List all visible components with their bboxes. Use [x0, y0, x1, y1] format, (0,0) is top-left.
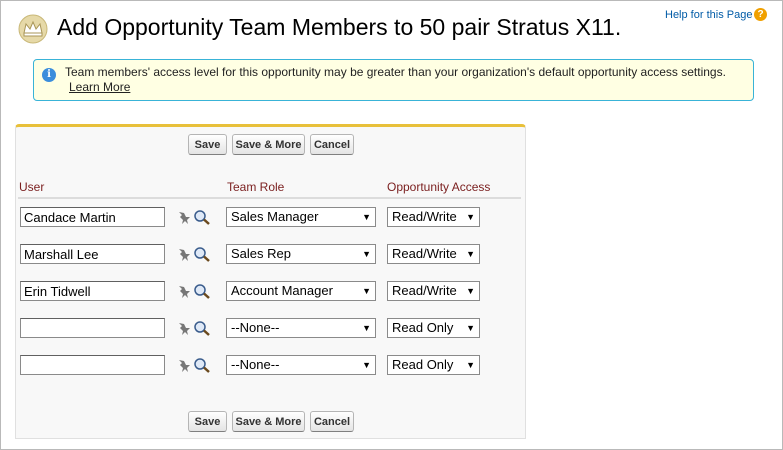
user-input-row-4[interactable] [20, 318, 165, 338]
info-icon: i [42, 68, 56, 82]
user-input-row-2[interactable] [20, 244, 165, 264]
column-header-user: User [19, 180, 45, 194]
help-link[interactable]: Help for this Page [665, 9, 752, 21]
user-hierarchy-icon[interactable] [177, 285, 191, 299]
save-button-top[interactable]: Save [188, 134, 227, 155]
team-role-value: Account Manager [231, 283, 333, 298]
access-value: Read/Write [392, 283, 457, 298]
team-role-value: Sales Rep [231, 246, 291, 261]
dropdown-arrow-icon: ▼ [466, 360, 475, 370]
access-select-row-5[interactable]: Read Only ▼ [387, 355, 480, 375]
info-message: Team members' access level for this oppo… [65, 65, 726, 79]
cancel-button-bottom[interactable]: Cancel [310, 411, 354, 432]
access-select-row-3[interactable]: Read/Write ▼ [387, 281, 480, 301]
save-and-more-button-bottom[interactable]: Save & More [232, 411, 305, 432]
learn-more-link[interactable]: Learn More [69, 80, 130, 94]
access-value: Read Only [392, 320, 454, 335]
dropdown-arrow-icon: ▼ [466, 286, 475, 296]
user-input-row-5[interactable] [20, 355, 165, 375]
header-divider [18, 197, 521, 199]
dropdown-arrow-icon: ▼ [466, 212, 475, 222]
access-value: Read Only [392, 357, 454, 372]
opportunity-crown-icon [18, 14, 48, 44]
lookup-icon[interactable] [193, 209, 211, 225]
dropdown-arrow-icon: ▼ [466, 249, 475, 259]
dropdown-arrow-icon: ▼ [362, 212, 371, 222]
lookup-icon[interactable] [193, 283, 211, 299]
save-and-more-button-top[interactable]: Save & More [232, 134, 305, 155]
user-hierarchy-icon[interactable] [177, 211, 191, 225]
access-value: Read/Write [392, 209, 457, 224]
dropdown-arrow-icon: ▼ [362, 323, 371, 333]
access-select-row-4[interactable]: Read Only ▼ [387, 318, 480, 338]
dropdown-arrow-icon: ▼ [362, 360, 371, 370]
column-header-team-role: Team Role [227, 180, 285, 194]
team-role-select-row-2[interactable]: Sales Rep ▼ [226, 244, 376, 264]
info-message-container: Team members' access level for this oppo… [65, 65, 745, 95]
column-header-opportunity-access: Opportunity Access [387, 180, 491, 194]
team-role-value: Sales Manager [231, 209, 319, 224]
dropdown-arrow-icon: ▼ [362, 286, 371, 296]
lookup-icon[interactable] [193, 246, 211, 262]
access-select-row-2[interactable]: Read/Write ▼ [387, 244, 480, 264]
user-hierarchy-icon[interactable] [177, 248, 191, 262]
question-icon[interactable]: ? [754, 8, 767, 21]
team-role-select-row-5[interactable]: --None-- ▼ [226, 355, 376, 375]
access-select-row-1[interactable]: Read/Write ▼ [387, 207, 480, 227]
user-hierarchy-icon[interactable] [177, 359, 191, 373]
access-value: Read/Write [392, 246, 457, 261]
info-banner: i Team members' access level for this op… [33, 59, 754, 101]
dropdown-arrow-icon: ▼ [466, 323, 475, 333]
cancel-button-top[interactable]: Cancel [310, 134, 354, 155]
dropdown-arrow-icon: ▼ [362, 249, 371, 259]
user-hierarchy-icon[interactable] [177, 322, 191, 336]
team-role-value: --None-- [231, 320, 280, 335]
user-input-row-1[interactable] [20, 207, 165, 227]
user-input-row-3[interactable] [20, 281, 165, 301]
lookup-icon[interactable] [193, 320, 211, 336]
save-button-bottom[interactable]: Save [188, 411, 227, 432]
team-role-value: --None-- [231, 357, 280, 372]
team-role-select-row-4[interactable]: --None-- ▼ [226, 318, 376, 338]
page-title: Add Opportunity Team Members to 50 pair … [57, 14, 622, 40]
team-role-select-row-1[interactable]: Sales Manager ▼ [226, 207, 376, 227]
team-role-select-row-3[interactable]: Account Manager ▼ [226, 281, 376, 301]
lookup-icon[interactable] [193, 357, 211, 373]
